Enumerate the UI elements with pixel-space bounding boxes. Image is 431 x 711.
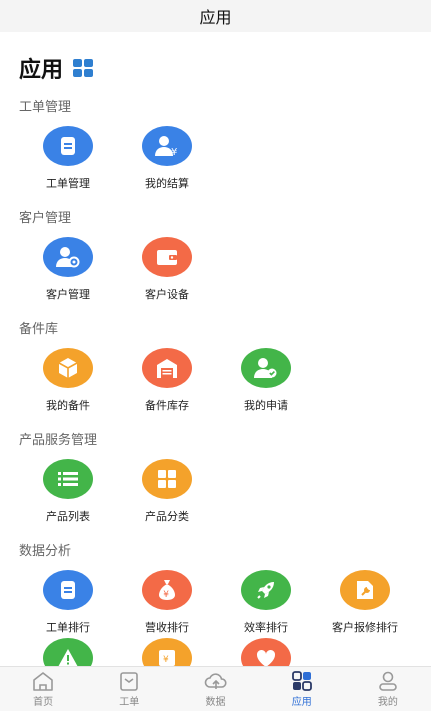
app-my-settlement[interactable]: ¥ 我的结算 xyxy=(117,126,217,191)
warehouse-icon xyxy=(142,348,192,388)
warning-icon xyxy=(43,638,93,666)
grid-icon xyxy=(73,59,94,77)
tab-apps[interactable]: 应用 xyxy=(259,667,345,711)
tab-label: 工单 xyxy=(119,697,140,708)
user-check-icon xyxy=(241,348,291,388)
apps-icon xyxy=(291,671,312,691)
document-icon xyxy=(43,126,93,166)
app-my-spare-parts[interactable]: 我的备件 xyxy=(18,348,118,413)
app-label: 客户报修排行 xyxy=(332,621,398,634)
section-title-customers: 客户管理 xyxy=(19,211,72,226)
svg-text:¥: ¥ xyxy=(171,147,177,158)
top-bar: 应用 xyxy=(0,0,431,32)
money-bag-icon: ¥ xyxy=(142,570,192,610)
app-label: 效率排行 xyxy=(244,621,288,634)
cloud-upload-icon xyxy=(204,673,227,689)
app-product-category[interactable]: 产品分类 xyxy=(117,459,217,524)
clipboard-icon xyxy=(120,672,139,691)
tab-label: 我的 xyxy=(377,697,398,708)
app-partial-warning[interactable] xyxy=(18,638,118,666)
app-label: 我的结算 xyxy=(145,177,189,190)
user-yen-icon: ¥ xyxy=(142,126,192,166)
tab-me[interactable]: 我的 xyxy=(345,667,431,711)
heart-icon xyxy=(241,638,291,666)
app-revenue-ranking[interactable]: ¥ 营收排行 xyxy=(117,570,217,635)
top-bar-title: 应用 xyxy=(199,8,232,27)
section-title-work-orders: 工单管理 xyxy=(19,100,72,115)
user-settings-icon xyxy=(43,237,93,277)
document-icon xyxy=(43,570,93,610)
profile-icon xyxy=(379,671,397,691)
app-work-order-management[interactable]: 工单管理 xyxy=(18,126,118,191)
tab-work-orders[interactable]: 工单 xyxy=(86,667,172,711)
app-customer-management[interactable]: 客户管理 xyxy=(18,237,118,302)
section-title-product-service: 产品服务管理 xyxy=(19,433,98,448)
wrench-report-icon xyxy=(340,570,390,610)
main-content[interactable]: 应用 工单管理 工单管理 ¥ 我的结算 客户管理 客户管理 客户设备 备件库 我… xyxy=(0,32,431,666)
app-label: 我的申请 xyxy=(244,399,288,412)
app-label: 工单管理 xyxy=(46,177,90,190)
app-work-order-ranking[interactable]: 工单排行 xyxy=(18,570,118,635)
app-customer-equipment[interactable]: 客户设备 xyxy=(117,237,217,302)
app-label: 产品分类 xyxy=(145,510,189,523)
tab-home[interactable]: 首页 xyxy=(0,667,86,711)
svg-text:¥: ¥ xyxy=(163,590,169,600)
category-grid-icon xyxy=(142,459,192,499)
tab-label: 应用 xyxy=(291,697,312,708)
tab-label: 首页 xyxy=(33,697,54,708)
tab-label: 数据 xyxy=(205,697,226,708)
app-label: 产品列表 xyxy=(46,510,90,523)
app-spare-parts-inventory[interactable]: 备件库存 xyxy=(117,348,217,413)
app-customer-repair-ranking[interactable]: 客户报修排行 xyxy=(315,570,415,635)
home-icon xyxy=(33,672,53,691)
page-title: 应用 xyxy=(19,58,64,83)
app-label: 营收排行 xyxy=(145,621,189,634)
app-partial-heart[interactable] xyxy=(216,638,316,666)
page-heading: 应用 xyxy=(19,52,94,84)
list-icon xyxy=(43,459,93,499)
tab-data[interactable]: 数据 xyxy=(172,667,258,711)
wallet-icon xyxy=(142,237,192,277)
bottom-tab-bar: 首页 工单 数据 应用 我的 xyxy=(0,666,431,711)
app-product-list[interactable]: 产品列表 xyxy=(18,459,118,524)
app-efficiency-ranking[interactable]: 效率排行 xyxy=(216,570,316,635)
box-icon xyxy=(43,348,93,388)
svg-text:¥: ¥ xyxy=(163,655,169,665)
app-partial-yen[interactable]: ¥ xyxy=(117,638,217,666)
app-label: 工单排行 xyxy=(46,621,90,634)
app-label: 客户设备 xyxy=(145,288,189,301)
rocket-icon xyxy=(241,570,291,610)
yen-bill-icon: ¥ xyxy=(142,638,192,666)
app-label: 我的备件 xyxy=(46,399,90,412)
app-label: 备件库存 xyxy=(145,399,189,412)
app-my-applications[interactable]: 我的申请 xyxy=(216,348,316,413)
section-title-data-analysis: 数据分析 xyxy=(19,544,72,559)
section-title-spare-parts: 备件库 xyxy=(19,322,59,337)
app-label: 客户管理 xyxy=(46,288,90,301)
